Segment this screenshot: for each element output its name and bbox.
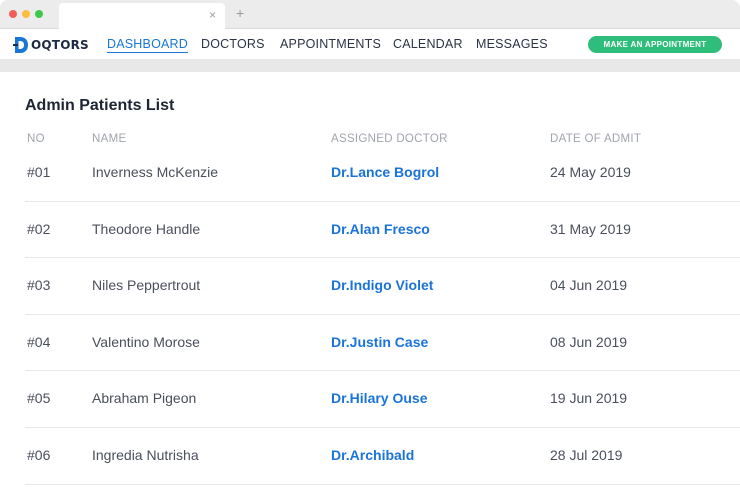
browser-tab-bar: × + — [0, 0, 740, 29]
row-divider — [25, 483, 740, 485]
tab-close-icon[interactable]: × — [209, 8, 216, 22]
nav-messages[interactable]: MESSAGES — [476, 37, 548, 51]
header-no: NO — [27, 133, 45, 145]
brand-logo[interactable]: OQTORS — [12, 34, 89, 56]
main-content: Admin Patients List NO NAME ASSIGNED DOC… — [0, 72, 740, 490]
app-navbar: OQTORS DASHBOARD DOCTORS APPOINTMENTS CA… — [0, 29, 740, 59]
patient-name: Theodore Handle — [92, 220, 201, 237]
admit-date: 04 Jun 2019 — [550, 277, 628, 294]
admit-date: 28 Jul 2019 — [550, 446, 623, 463]
nav-dashboard[interactable]: DASHBOARD — [107, 37, 188, 53]
header-date-of-admit: DATE OF ADMIT — [550, 133, 642, 145]
patient-number: #06 — [27, 446, 51, 463]
patient-name: Valentino Morose — [92, 333, 200, 350]
patient-number: #04 — [27, 333, 51, 350]
assigned-doctor-link[interactable]: Dr.Archibald — [331, 447, 414, 463]
new-tab-icon[interactable]: + — [236, 6, 244, 20]
minimize-window-icon[interactable] — [22, 10, 30, 18]
assigned-doctor-link[interactable]: Dr.Alan Fresco — [331, 221, 430, 237]
patient-name: Inverness McKenzie — [92, 164, 219, 180]
table-row[interactable]: #01 Inverness McKenzie Dr.Lance Bogrol 2… — [0, 145, 740, 202]
patients-table-body: #01 Inverness McKenzie Dr.Lance Bogrol 2… — [0, 145, 740, 485]
admit-date: 31 May 2019 — [550, 220, 631, 237]
admit-date: 24 May 2019 — [550, 164, 631, 180]
table-row[interactable]: #06 Ingredia Nutrisha Dr.Archibald 28 Ju… — [0, 428, 740, 485]
assigned-doctor-link[interactable]: Dr.Lance Bogrol — [331, 164, 439, 180]
assigned-doctor-link[interactable]: Dr.Justin Case — [331, 334, 428, 350]
table-row[interactable]: #05 Abraham Pigeon Dr.Hilary Ouse 19 Jun… — [0, 371, 740, 428]
patient-number: #03 — [27, 277, 51, 294]
header-assigned-doctor: ASSIGNED DOCTOR — [331, 133, 448, 145]
header-shadow-divider — [0, 59, 740, 72]
patient-number: #01 — [27, 164, 51, 180]
brand-name: OQTORS — [31, 38, 89, 52]
maximize-window-icon[interactable] — [35, 10, 43, 18]
table-row[interactable]: #02 Theodore Handle Dr.Alan Fresco 31 Ma… — [0, 202, 740, 259]
nav-doctors[interactable]: DOCTORS — [201, 37, 265, 51]
patient-name: Ingredia Nutrisha — [92, 446, 199, 463]
make-appointment-button[interactable]: MAKE AN APPOINTMENT — [588, 36, 722, 53]
patient-name: Abraham Pigeon — [92, 390, 197, 407]
assigned-doctor-link[interactable]: Dr.Indigo Violet — [331, 277, 433, 293]
browser-tab[interactable]: × — [59, 3, 225, 29]
admit-date: 19 Jun 2019 — [550, 390, 628, 407]
patient-number: #02 — [27, 220, 51, 237]
patient-number: #05 — [27, 390, 51, 407]
page-title: Admin Patients List — [25, 97, 175, 114]
nav-appointments[interactable]: APPOINTMENTS — [280, 37, 381, 51]
browser-window: × + OQTORS DASHBOARD DOCTORS APPOINTMENT… — [0, 0, 740, 490]
close-window-icon[interactable] — [9, 10, 17, 18]
assigned-doctor-link[interactable]: Dr.Hilary Ouse — [331, 390, 428, 406]
table-row[interactable]: #03 Niles Peppertrout Dr.Indigo Violet 0… — [0, 258, 740, 315]
admit-date: 08 Jun 2019 — [550, 333, 628, 350]
header-name: NAME — [92, 133, 127, 145]
patient-name: Niles Peppertrout — [92, 277, 201, 294]
logo-mark-icon — [13, 37, 28, 53]
nav-calendar[interactable]: CALENDAR — [393, 37, 463, 51]
table-row[interactable]: #04 Valentino Morose Dr.Justin Case 08 J… — [0, 315, 740, 372]
